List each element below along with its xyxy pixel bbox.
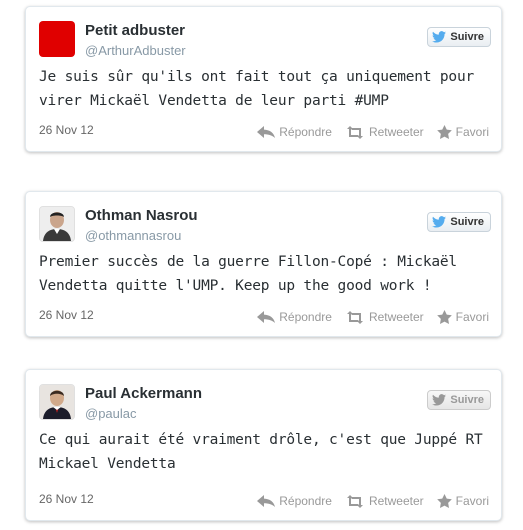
retweet-icon — [345, 310, 365, 324]
retweet-icon — [345, 494, 365, 508]
tweet-actions: Répondre Retweeter Favori — [257, 310, 489, 324]
reply-label: Répondre — [279, 310, 332, 324]
retweet-icon — [345, 125, 365, 139]
user-name[interactable]: Paul Ackermann — [85, 385, 202, 402]
reply-label: Répondre — [279, 125, 332, 139]
tweet-date[interactable]: 26 Nov 12 — [39, 492, 94, 506]
tweet-text: Ce qui aurait été vraiment drôle, c'est … — [39, 432, 483, 472]
favorite-button[interactable]: Favori — [436, 494, 489, 508]
star-icon — [436, 494, 452, 508]
reply-icon — [257, 311, 276, 323]
user-name[interactable]: Petit adbuster — [85, 22, 185, 39]
tweet-card: Paul Ackermann @paulac Suivre Ce qui aur… — [25, 369, 502, 521]
favorite-button[interactable]: Favori — [436, 125, 489, 139]
follow-label: Suivre — [450, 216, 484, 228]
user-handle[interactable]: @othmannasrou — [85, 228, 181, 243]
follow-label: Suivre — [450, 31, 484, 43]
tweet-card: Othman Nasrou @othmannasrou Suivre Premi… — [25, 191, 502, 337]
favorite-label: Favori — [455, 494, 489, 508]
star-icon — [436, 125, 452, 139]
reply-button[interactable]: Répondre — [257, 494, 332, 508]
user-name[interactable]: Othman Nasrou — [85, 207, 198, 224]
retweet-button[interactable]: Retweeter — [345, 310, 424, 324]
retweet-label: Retweeter — [368, 494, 424, 508]
avatar[interactable] — [39, 384, 75, 420]
tweet-text: Premier succès de la guerre Fillon-Copé … — [39, 254, 457, 294]
reply-icon — [257, 126, 276, 138]
tweet-card: Petit adbuster @ArthurAdbuster Suivre Je… — [25, 6, 502, 152]
user-handle[interactable]: @ArthurAdbuster — [85, 43, 186, 58]
reply-button[interactable]: Répondre — [257, 310, 332, 324]
reply-icon — [257, 495, 276, 507]
follow-label: Suivre — [450, 394, 484, 406]
user-handle[interactable]: @paulac — [85, 406, 137, 421]
tweet-date[interactable]: 26 Nov 12 — [39, 308, 94, 322]
twitter-bird-icon — [432, 394, 447, 406]
retweet-button[interactable]: Retweeter — [345, 125, 424, 139]
retweet-label: Retweeter — [368, 125, 424, 139]
retweet-button[interactable]: Retweeter — [345, 494, 424, 508]
follow-button[interactable]: Suivre — [427, 390, 491, 410]
favorite-label: Favori — [455, 310, 489, 324]
star-icon — [436, 310, 452, 324]
tweet-actions: Répondre Retweeter Favori — [257, 494, 489, 508]
reply-label: Répondre — [279, 494, 332, 508]
favorite-label: Favori — [455, 125, 489, 139]
avatar[interactable] — [39, 21, 75, 57]
reply-button[interactable]: Répondre — [257, 125, 332, 139]
tweet-date[interactable]: 26 Nov 12 — [39, 123, 94, 137]
tweet-text: Je suis sûr qu'ils ont fait tout ça uniq… — [39, 69, 475, 109]
twitter-bird-icon — [432, 216, 447, 228]
twitter-bird-icon — [432, 31, 447, 43]
follow-button[interactable]: Suivre — [427, 27, 491, 47]
retweet-label: Retweeter — [368, 310, 424, 324]
favorite-button[interactable]: Favori — [436, 310, 489, 324]
tweet-actions: Répondre Retweeter Favori — [257, 125, 489, 139]
follow-button[interactable]: Suivre — [427, 212, 491, 232]
avatar[interactable] — [39, 206, 75, 242]
